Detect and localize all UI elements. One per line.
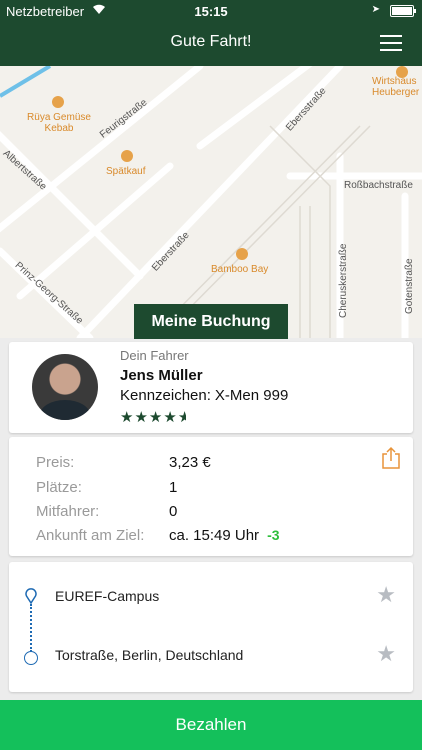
page-title: Gute Fahrt! — [170, 33, 252, 50]
rating-stars: ★★★★★ — [120, 408, 186, 426]
plate-value: X-Men 999 — [214, 387, 289, 404]
license-plate: Kennzeichen: X-Men 999 — [120, 387, 288, 404]
arrival-label: Ankunft am Ziel: — [36, 527, 145, 544]
price-row: Preis: 3,23 € — [36, 454, 211, 471]
restaurant-icon[interactable] — [236, 248, 248, 260]
poi-label[interactable]: Bamboo Bay — [211, 264, 268, 275]
route-card: EUREF-Campus Torstraße, Berlin, Deutschl… — [9, 562, 413, 692]
plate-label: Kennzeichen: — [120, 387, 211, 404]
avatar — [32, 354, 98, 420]
arrival-delta: -3 — [267, 527, 280, 543]
star-icon: ★ — [134, 409, 149, 426]
status-bar: Netzbetreiber 15:15 ➤ — [0, 0, 422, 22]
map-view[interactable]: Albertstraße Feurigstraße Eberstraße Ebe… — [0, 66, 422, 338]
passengers-value: 0 — [169, 503, 178, 520]
poi-label[interactable]: Spätkauf — [106, 166, 145, 177]
pay-button[interactable]: Bezahlen — [0, 700, 422, 750]
price-value: 3,23 € — [169, 454, 211, 471]
passengers-row: Mitfahrer: 0 — [36, 503, 177, 520]
driver-name: Jens Müller — [120, 367, 203, 384]
hamburger-icon[interactable] — [380, 35, 402, 52]
shop-icon[interactable] — [121, 150, 133, 162]
restaurant-icon[interactable] — [52, 96, 64, 108]
share-icon[interactable] — [381, 446, 401, 470]
arrival-row: Ankunft am Ziel: ca. 15:49 Uhr -3 — [36, 527, 280, 544]
half-star-icon: ★ — [177, 409, 186, 426]
status-time: 15:15 — [194, 4, 228, 19]
street-label: Cheruskerstraße — [338, 243, 349, 318]
star-icon: ★ — [120, 409, 135, 426]
seats-label: Plätze: — [36, 479, 82, 496]
seats-row: Plätze: 1 — [36, 479, 177, 496]
favorite-star-icon[interactable]: ★ — [376, 641, 396, 667]
favorite-star-icon[interactable]: ★ — [376, 582, 396, 608]
passengers-label: Mitfahrer: — [36, 503, 100, 520]
star-icon: ★ — [148, 409, 164, 426]
route-line — [30, 604, 32, 652]
battery-icon — [390, 5, 416, 17]
app-header: Gute Fahrt! — [0, 22, 422, 66]
poi-label[interactable]: Rüya Gemüse Kebab — [24, 112, 94, 134]
seats-value: 1 — [169, 479, 178, 496]
street-label: Roßbachstraße — [344, 180, 413, 191]
map-streets — [0, 66, 422, 338]
trip-info-card: Preis: 3,23 € Plätze: 1 Mitfahrer: 0 Ank… — [9, 437, 413, 556]
driver-card: Dein Fahrer Jens Müller Kennzeichen: X-Me… — [9, 342, 413, 433]
driver-caption: Dein Fahrer — [120, 348, 189, 363]
route-destination: Torstraße, Berlin, Deutschland — [55, 647, 244, 663]
location-arrow-icon: ➤ — [371, 4, 380, 15]
arrival-value: ca. 15:49 Uhr -3 — [169, 527, 280, 544]
route-origin: EUREF-Campus — [55, 588, 160, 604]
my-booking-tab[interactable]: Meine Buchung — [134, 304, 288, 339]
origin-pin-icon — [25, 588, 37, 604]
street-label: Gotenstraße — [404, 258, 415, 314]
poi-label[interactable]: Wirtshaus Heuberger — [372, 76, 422, 98]
arrival-time: ca. 15:49 Uhr — [169, 527, 260, 544]
star-icon: ★ — [163, 409, 178, 426]
destination-circle-icon — [24, 651, 38, 665]
price-label: Preis: — [36, 454, 75, 471]
